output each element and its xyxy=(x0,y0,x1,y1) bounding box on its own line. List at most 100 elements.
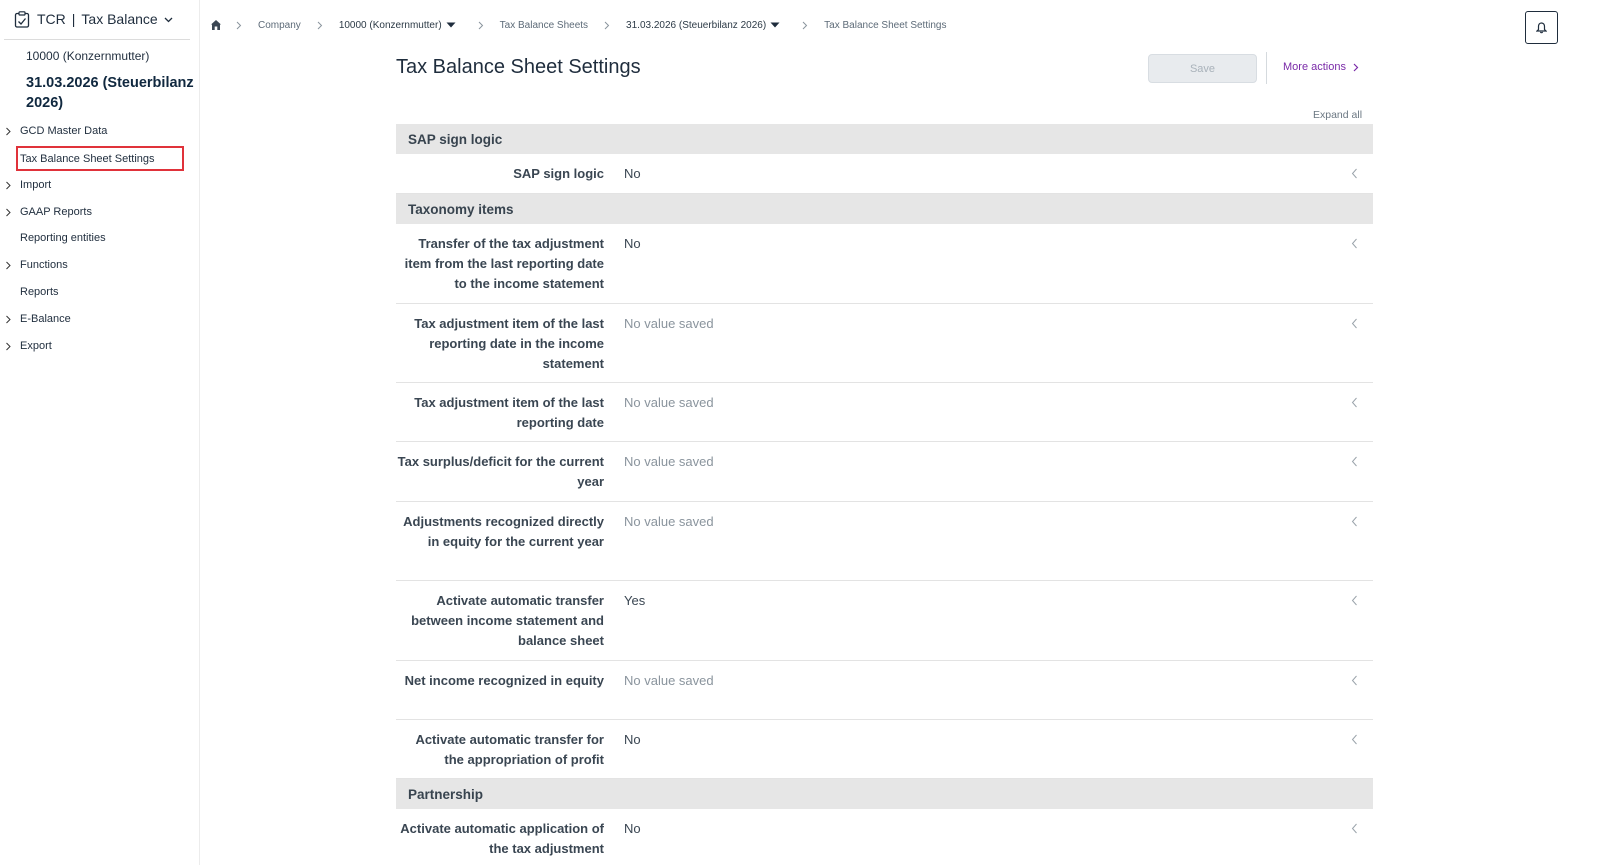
setting-label: Net income recognized in equity xyxy=(404,673,604,688)
section-header-partnership: Partnership xyxy=(396,779,1373,809)
sidebar-item-label: Export xyxy=(20,340,52,352)
chevron-left-icon[interactable] xyxy=(1351,238,1358,249)
sidebar-item-label: Tax Balance Sheet Settings xyxy=(20,152,155,165)
sidebar-item-gcd-master-data[interactable]: GCD Master Data xyxy=(0,122,200,140)
sidebar-item-functions[interactable]: Functions xyxy=(0,256,200,274)
breadcrumb-tax-balance-sheets[interactable]: Tax Balance Sheets xyxy=(500,20,588,31)
sidebar-date: 31.03.2026 (Steuerbilanz 2026) xyxy=(26,75,194,111)
setting-label: Tax adjustment item of the last reportin… xyxy=(414,395,604,430)
setting-value: No value saved xyxy=(624,395,714,410)
setting-row-appropriation-of-profit[interactable]: Activate automatic transfer for the appr… xyxy=(396,720,1373,779)
setting-value: No value saved xyxy=(624,316,714,331)
sidebar-item-label: E-Balance xyxy=(20,313,71,325)
app-name: TCR xyxy=(37,11,66,27)
notifications-button[interactable] xyxy=(1525,11,1558,44)
sidebar-item-reporting-entities[interactable]: Reporting entities xyxy=(0,229,200,247)
sidebar-item-tax-balance-sheet-settings[interactable]: Tax Balance Sheet Settings xyxy=(16,146,184,171)
sidebar: TCR | Tax Balance 10000 (Konzernmutter) … xyxy=(0,0,200,865)
chevron-right-icon xyxy=(1353,63,1359,71)
breadcrumb-separator-icon xyxy=(317,21,323,29)
setting-row-adjustments-equity[interactable]: Adjustments recognized directly in equit… xyxy=(396,502,1373,581)
setting-value: Yes xyxy=(624,593,646,608)
setting-row-partnership-tax-adjustment[interactable]: Activate automatic application of the ta… xyxy=(396,809,1373,865)
setting-row-transfer-tax-adjustment[interactable]: Transfer of the tax adjustment item from… xyxy=(396,224,1373,304)
chevron-left-icon[interactable] xyxy=(1351,823,1358,834)
more-actions-button[interactable]: More actions xyxy=(1283,61,1359,73)
setting-label: Tax surplus/deficit for the current year xyxy=(397,454,604,489)
setting-label: Transfer of the tax adjustment item from… xyxy=(404,236,604,291)
chevron-left-icon[interactable] xyxy=(1351,675,1358,686)
home-icon[interactable] xyxy=(210,19,222,31)
chevron-left-icon[interactable] xyxy=(1351,595,1358,606)
app-switcher[interactable]: TCR | Tax Balance xyxy=(14,8,173,30)
chevron-left-icon[interactable] xyxy=(1351,397,1358,408)
breadcrumb-separator-icon xyxy=(478,21,483,29)
sidebar-item-export[interactable]: Export xyxy=(0,337,200,355)
app-separator: | xyxy=(71,11,76,27)
setting-label: SAP sign logic xyxy=(513,166,604,181)
setting-row-tax-adjustment-income-statement[interactable]: Tax adjustment item of the last reportin… xyxy=(396,304,1373,383)
sidebar-item-label: Reports xyxy=(20,286,59,298)
setting-label: Adjustments recognized directly in equit… xyxy=(403,514,604,549)
sidebar-item-label: Import xyxy=(20,179,52,191)
setting-label: Activate automatic application of the ta… xyxy=(400,821,604,856)
chevron-left-icon[interactable] xyxy=(1351,516,1358,527)
breadcrumb-company[interactable]: Company xyxy=(258,20,301,31)
setting-row-sap-sign-logic[interactable]: SAP sign logic No xyxy=(396,154,1373,194)
app-module: Tax Balance xyxy=(81,11,158,27)
clipboard-icon xyxy=(14,10,30,28)
chevron-right-icon xyxy=(6,208,11,216)
chevron-down-icon xyxy=(164,17,173,22)
sidebar-item-label: Reporting entities xyxy=(20,232,106,244)
caret-down-icon[interactable] xyxy=(770,22,780,28)
sidebar-item-label: GCD Master Data xyxy=(20,125,108,137)
setting-value: No value saved xyxy=(624,673,714,688)
section-header-sap-sign-logic: SAP sign logic xyxy=(396,124,1373,154)
sidebar-item-reports[interactable]: Reports xyxy=(0,283,200,301)
setting-value: No xyxy=(624,166,641,181)
chevron-right-icon xyxy=(6,315,11,323)
setting-value: No value saved xyxy=(624,514,714,529)
setting-row-tax-adjustment-last-date[interactable]: Tax adjustment item of the last reportin… xyxy=(396,383,1373,442)
more-actions-label: More actions xyxy=(1283,61,1346,73)
breadcrumb-separator-icon xyxy=(604,21,610,29)
sidebar-company: 10000 (Konzernmutter) xyxy=(26,49,150,63)
breadcrumb: Company 10000 (Konzernmutter) Tax Balanc… xyxy=(210,16,962,34)
setting-row-net-income-equity[interactable]: Net income recognized in equity No value… xyxy=(396,661,1373,720)
setting-value: No xyxy=(624,821,641,836)
page-title: Tax Balance Sheet Settings xyxy=(396,56,641,78)
setting-row-automatic-transfer[interactable]: Activate automatic transfer between inco… xyxy=(396,581,1373,661)
sidebar-item-label: Functions xyxy=(20,259,68,271)
setting-label: Activate automatic transfer for the appr… xyxy=(415,732,604,767)
caret-down-icon[interactable] xyxy=(446,22,456,28)
chevron-left-icon[interactable] xyxy=(1351,168,1358,179)
breadcrumb-entity[interactable]: 10000 (Konzernmutter) xyxy=(339,20,442,31)
sidebar-divider xyxy=(4,39,190,40)
chevron-right-icon xyxy=(6,261,11,269)
breadcrumb-date[interactable]: 31.03.2026 (Steuerbilanz 2026) xyxy=(626,20,766,31)
chevron-left-icon[interactable] xyxy=(1351,734,1358,745)
actions-divider xyxy=(1266,52,1267,84)
breadcrumb-separator-icon xyxy=(802,21,808,29)
breadcrumb-current: Tax Balance Sheet Settings xyxy=(824,19,947,31)
setting-value: No xyxy=(624,732,641,747)
chevron-right-icon xyxy=(6,342,11,350)
sidebar-item-label: GAAP Reports xyxy=(20,206,92,218)
setting-label: Tax adjustment item of the last reportin… xyxy=(414,316,604,371)
bell-icon xyxy=(1536,21,1547,33)
sidebar-item-e-balance[interactable]: E-Balance xyxy=(0,310,200,328)
chevron-left-icon[interactable] xyxy=(1351,456,1358,467)
section-header-taxonomy-items: Taxonomy items xyxy=(396,194,1373,224)
save-button[interactable]: Save xyxy=(1148,54,1257,83)
chevron-left-icon[interactable] xyxy=(1351,318,1358,329)
setting-value: No value saved xyxy=(624,454,714,469)
setting-label: Activate automatic transfer between inco… xyxy=(411,593,604,648)
breadcrumb-separator-icon xyxy=(236,21,242,29)
chevron-right-icon xyxy=(6,127,11,135)
sidebar-item-import[interactable]: Import xyxy=(0,176,200,194)
setting-value: No xyxy=(624,236,641,251)
chevron-right-icon xyxy=(6,181,11,189)
setting-row-tax-surplus-deficit[interactable]: Tax surplus/deficit for the current year… xyxy=(396,442,1373,502)
sidebar-item-gaap-reports[interactable]: GAAP Reports xyxy=(0,203,200,221)
expand-all-link[interactable]: Expand all xyxy=(1313,109,1362,121)
